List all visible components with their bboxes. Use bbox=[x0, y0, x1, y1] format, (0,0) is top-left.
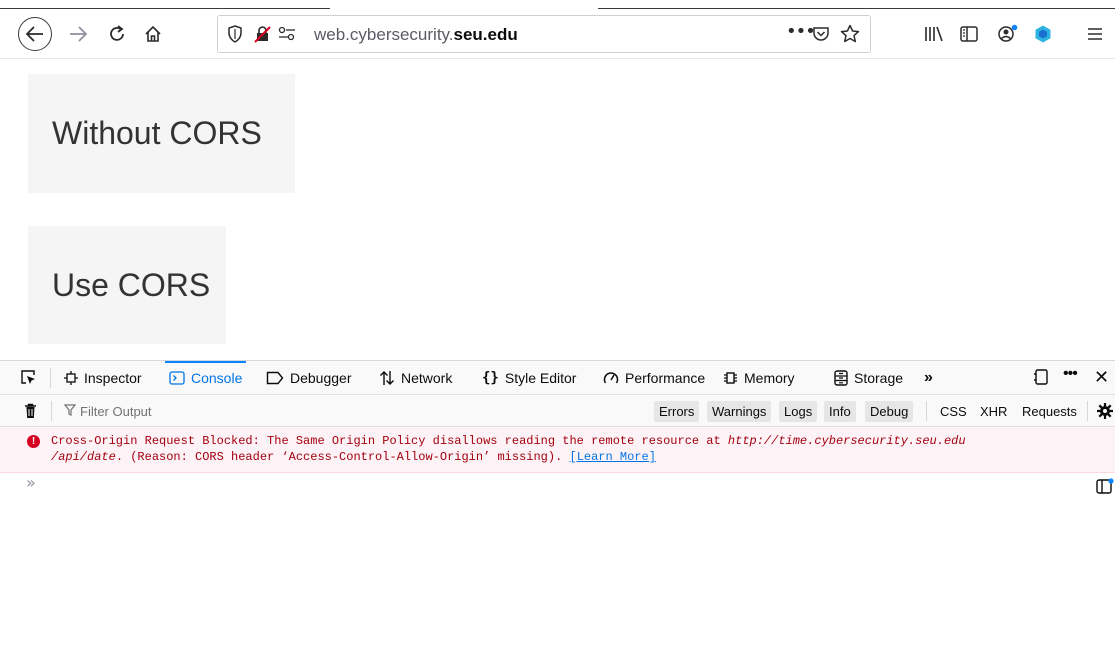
forward-button[interactable] bbox=[64, 21, 92, 47]
tab-label: Performance bbox=[625, 369, 706, 386]
error-line-prefix: Cross-Origin Request Blocked: The Same O… bbox=[51, 434, 728, 448]
error-url-part1: http://time.cybersecurity.seu.edu bbox=[727, 434, 966, 448]
error-line-suffix: . (Reason: CORS header ‘Access-Control-A… bbox=[115, 450, 570, 464]
url-text[interactable]: web.cybersecurity.seu.edu bbox=[314, 25, 518, 45]
divider bbox=[926, 401, 927, 421]
browser-toolbar: web.cybersecurity.seu.edu ••• bbox=[0, 9, 1115, 59]
tab-inspector[interactable]: Inspector bbox=[64, 361, 142, 394]
home-button[interactable] bbox=[139, 21, 167, 47]
tab-label: Console bbox=[191, 369, 243, 386]
window-top-border bbox=[0, 0, 1115, 9]
console-error-message: ! Cross-Origin Request Blocked: The Same… bbox=[0, 427, 1115, 473]
memory-chip-icon bbox=[722, 370, 738, 386]
insecure-lock-icon[interactable] bbox=[254, 25, 272, 47]
network-arrows-icon bbox=[379, 370, 395, 386]
tab-style-editor[interactable]: {} Style Editor bbox=[482, 361, 576, 394]
reload-icon bbox=[110, 25, 124, 41]
gauge-icon bbox=[603, 371, 619, 385]
dock-side-icon[interactable] bbox=[1033, 369, 1049, 388]
divider bbox=[51, 401, 52, 421]
tracking-shield-icon[interactable] bbox=[228, 25, 242, 47]
home-icon bbox=[145, 25, 161, 42]
tab-label: Inspector bbox=[84, 369, 142, 386]
pocket-icon[interactable] bbox=[812, 25, 830, 47]
error-icon: ! bbox=[27, 435, 40, 448]
filter-logs-button[interactable]: Logs bbox=[779, 401, 818, 422]
filter-warnings-button[interactable]: Warnings bbox=[707, 401, 772, 422]
url-domain: web.cybersecurity. bbox=[314, 25, 454, 44]
console-settings-gear-icon[interactable] bbox=[1096, 402, 1114, 423]
tab-label: Network bbox=[401, 369, 453, 386]
filter-xhr-button[interactable]: XHR bbox=[980, 401, 1007, 422]
debugger-icon bbox=[266, 371, 284, 385]
filter-icon bbox=[63, 404, 77, 419]
page-actions-button[interactable]: ••• bbox=[786, 21, 816, 42]
inspector-icon bbox=[64, 370, 78, 385]
back-button[interactable] bbox=[18, 17, 52, 51]
divider bbox=[50, 368, 51, 388]
tab-label: Debugger bbox=[290, 369, 352, 386]
tab-console[interactable]: Console bbox=[164, 361, 247, 394]
tab-label: Storage bbox=[854, 369, 904, 386]
filter-output-input[interactable] bbox=[80, 402, 380, 420]
tab-performance[interactable]: Performance bbox=[603, 361, 705, 394]
braces-icon: {} bbox=[482, 369, 499, 386]
permissions-icon[interactable] bbox=[278, 26, 296, 46]
element-picker-icon[interactable] bbox=[20, 369, 36, 388]
tab-storage[interactable]: Storage bbox=[834, 361, 903, 394]
divider bbox=[1087, 401, 1088, 421]
arrow-left-icon bbox=[26, 26, 43, 42]
console-icon bbox=[169, 370, 185, 385]
url-domain-bold: seu.edu bbox=[453, 25, 518, 44]
account-icon[interactable] bbox=[995, 21, 1021, 47]
hamburger-menu-icon[interactable] bbox=[1082, 21, 1108, 47]
devtools-tabbar: Inspector Console Debugger Network {} St… bbox=[0, 361, 1115, 395]
clear-console-icon[interactable] bbox=[24, 403, 37, 422]
console-toolbar: Errors Warnings Logs Info Debug CSS XHR … bbox=[0, 395, 1115, 427]
filter-errors-button[interactable]: Errors bbox=[654, 401, 700, 422]
reload-button[interactable] bbox=[103, 21, 131, 47]
close-devtools-button[interactable]: ✕ bbox=[1094, 367, 1109, 388]
tab-debugger[interactable]: Debugger bbox=[266, 361, 352, 394]
tab-network[interactable]: Network bbox=[379, 361, 452, 394]
tab-memory[interactable]: Memory bbox=[722, 361, 795, 394]
arrow-right-icon bbox=[70, 26, 87, 42]
extension-icon[interactable] bbox=[1030, 21, 1056, 47]
tab-label: Memory bbox=[744, 369, 795, 386]
more-tabs-button[interactable]: » bbox=[924, 361, 933, 394]
console-input-prompt[interactable]: » bbox=[26, 473, 36, 492]
bookmark-star-icon[interactable] bbox=[840, 24, 860, 48]
address-bar[interactable]: web.cybersecurity.seu.edu ••• bbox=[217, 15, 871, 53]
storage-icon bbox=[834, 369, 848, 386]
tab-label: Style Editor bbox=[504, 369, 577, 386]
library-icon[interactable] bbox=[921, 21, 947, 47]
error-url-part2: /api/date bbox=[51, 450, 116, 464]
sidebar-toggle-icon[interactable] bbox=[956, 21, 982, 47]
use-cors-button[interactable]: Use CORS bbox=[28, 226, 226, 344]
devtools-menu-button[interactable]: ••• bbox=[1063, 365, 1078, 383]
filter-debug-button[interactable]: Debug bbox=[865, 401, 914, 422]
filter-css-button[interactable]: CSS bbox=[940, 401, 967, 422]
devtools-panel: Inspector Console Debugger Network {} St… bbox=[0, 360, 1115, 657]
filter-requests-button[interactable]: Requests bbox=[1022, 401, 1077, 422]
error-text: Cross-Origin Request Blocked: The Same O… bbox=[51, 433, 1101, 465]
split-console-icon[interactable] bbox=[1096, 478, 1114, 498]
learn-more-link[interactable]: [Learn More] bbox=[570, 450, 656, 464]
without-cors-button[interactable]: Without CORS bbox=[28, 74, 295, 193]
filter-info-button[interactable]: Info bbox=[824, 401, 856, 422]
